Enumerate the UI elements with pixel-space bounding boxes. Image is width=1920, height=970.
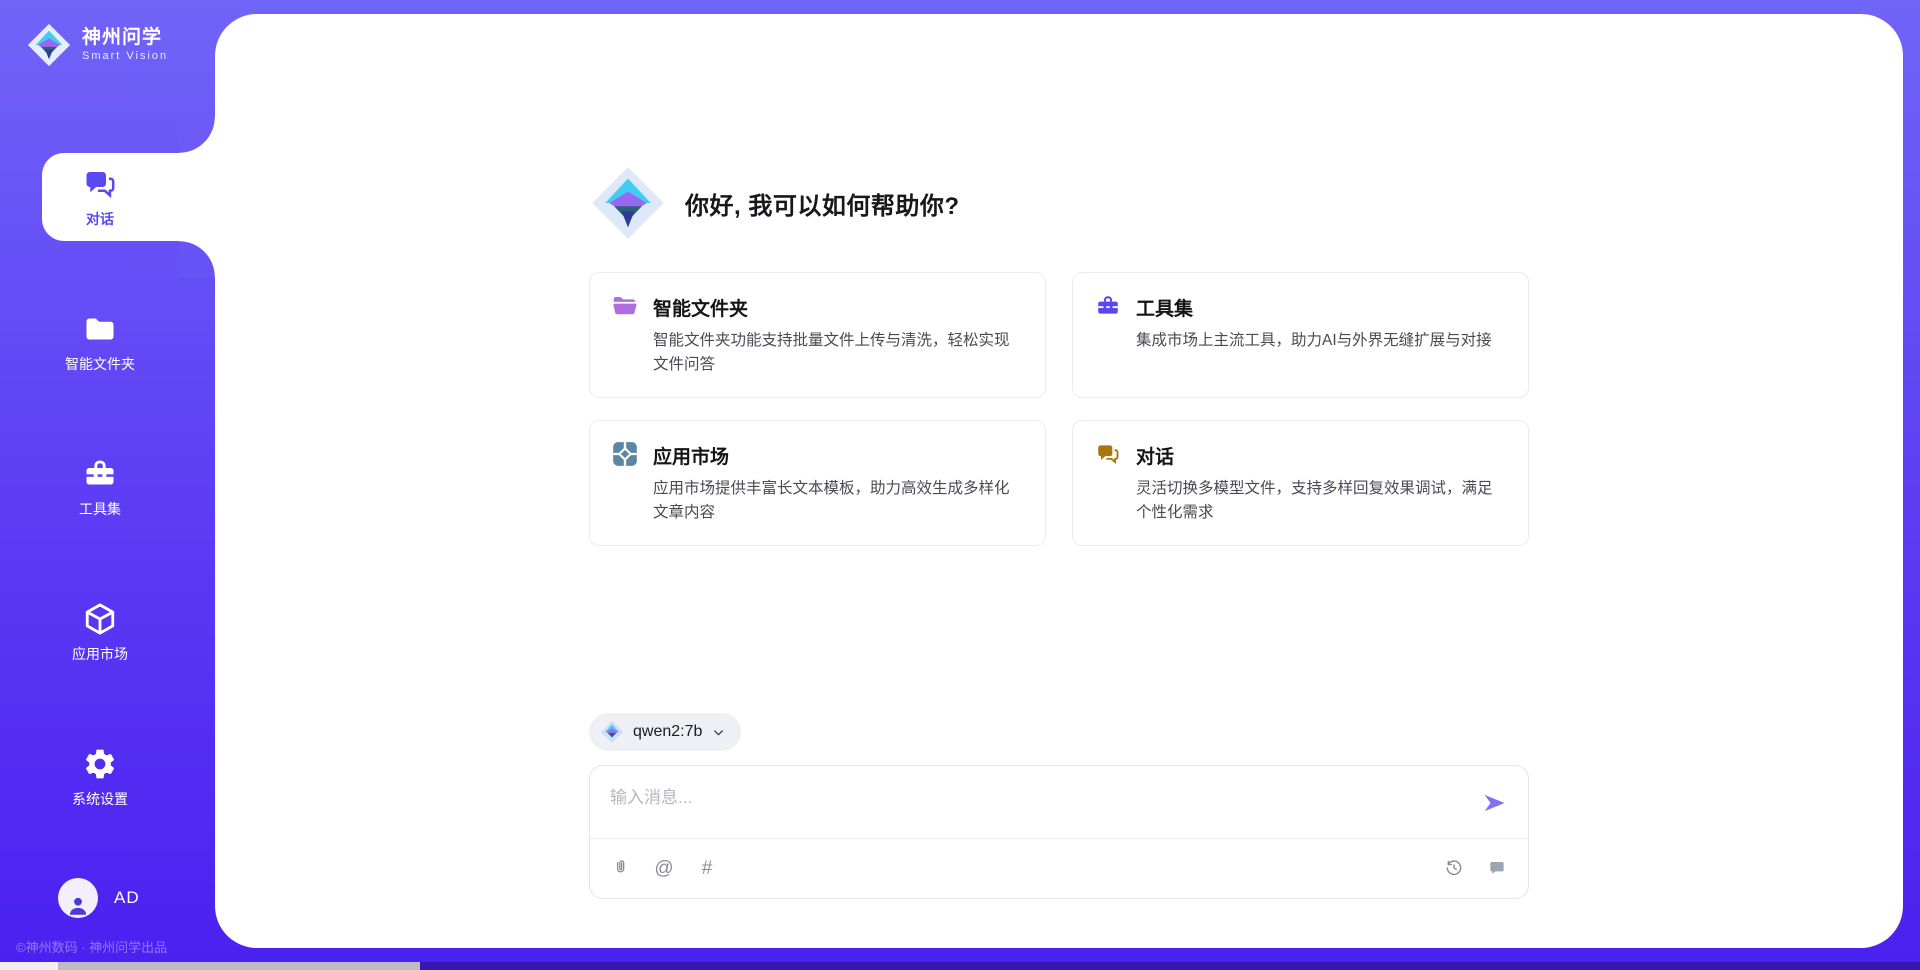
card-smart-folder[interactable]: 智能文件夹 智能文件夹功能支持批量文件上传与清洗，轻松实现文件问答 bbox=[589, 272, 1046, 398]
sidebar-item-label: 工具集 bbox=[79, 499, 121, 519]
copyright-text: ©神州数码 · 神州问学出品 bbox=[16, 937, 167, 956]
sidebar-item-settings[interactable]: 系统设置 bbox=[0, 733, 215, 821]
message-composer: @ # bbox=[589, 765, 1529, 899]
card-app-market[interactable]: 应用市场 应用市场提供丰富长文本模板，助力高效生成多样化文章内容 bbox=[589, 420, 1046, 546]
main-panel: 你好, 我可以如何帮助你? 智能文件夹 智能文件夹功能支持批量文件上传与清洗，轻… bbox=[215, 14, 1903, 948]
user-avatar-icon bbox=[65, 892, 91, 918]
card-title: 智能文件夹 bbox=[653, 294, 748, 321]
app-subtitle: Smart Vision bbox=[82, 50, 168, 62]
app-logo-diamond-icon bbox=[26, 22, 72, 68]
sidebar-nav: 对话 智能文件夹 工具集 bbox=[0, 153, 215, 878]
attachment-icon[interactable] bbox=[610, 857, 632, 879]
avatar bbox=[58, 878, 98, 918]
card-description: 灵活切换多模型文件，支持多样回复效果调试，满足个性化需求 bbox=[1136, 477, 1506, 525]
sidebar-item-smart-folder[interactable]: 智能文件夹 bbox=[0, 298, 215, 386]
card-title: 应用市场 bbox=[653, 442, 729, 469]
sidebar-item-label: 对话 bbox=[86, 209, 114, 229]
composer-toolbar: @ # bbox=[610, 838, 1508, 898]
toolbox-icon bbox=[1095, 293, 1121, 319]
model-name: qwen2:7b bbox=[633, 723, 702, 741]
card-title: 对话 bbox=[1136, 442, 1174, 469]
card-toolset[interactable]: 工具集 集成市场上主流工具，助力AI与外界无缝扩展与对接 bbox=[1072, 272, 1529, 398]
user-account[interactable]: AD bbox=[58, 878, 140, 918]
hashtag-icon[interactable]: # bbox=[696, 857, 718, 879]
greeting-logo-diamond-icon bbox=[589, 164, 667, 242]
cube-icon bbox=[82, 601, 118, 637]
sidebar-item-label: 应用市场 bbox=[72, 644, 128, 664]
card-title: 工具集 bbox=[1136, 294, 1193, 321]
sidebar-item-app-market[interactable]: 应用市场 bbox=[0, 588, 215, 676]
scrollbar-thumb[interactable] bbox=[58, 962, 420, 970]
message-input[interactable] bbox=[590, 766, 1528, 836]
app-grid-icon bbox=[612, 441, 638, 467]
gear-icon bbox=[82, 746, 118, 782]
card-description: 智能文件夹功能支持批量文件上传与清洗，轻松实现文件问答 bbox=[653, 329, 1023, 377]
app-name: 神州问学 bbox=[82, 28, 168, 49]
sidebar-item-label: 系统设置 bbox=[72, 789, 128, 809]
sidebar-item-toolset[interactable]: 工具集 bbox=[0, 443, 215, 531]
folder-icon bbox=[82, 311, 118, 347]
sidebar-item-label: 智能文件夹 bbox=[65, 354, 135, 374]
model-selector-row: qwen2:7b bbox=[589, 713, 1529, 751]
open-folder-icon bbox=[612, 293, 638, 319]
chat-icon bbox=[82, 166, 118, 202]
comment-icon[interactable] bbox=[1486, 857, 1508, 879]
send-button[interactable] bbox=[1480, 789, 1508, 817]
card-description: 应用市场提供丰富长文本模板，助力高效生成多样化文章内容 bbox=[653, 477, 1023, 525]
feature-cards: 智能文件夹 智能文件夹功能支持批量文件上传与清洗，轻松实现文件问答 工具集 集成… bbox=[589, 272, 1529, 546]
sidebar-item-chat[interactable]: 对话 bbox=[0, 153, 215, 241]
app-brand: 神州问学 Smart Vision bbox=[26, 22, 168, 68]
card-description: 集成市场上主流工具，助力AI与外界无缝扩展与对接 bbox=[1136, 329, 1506, 353]
chat-icon bbox=[1095, 441, 1121, 467]
diamond-logo-icon bbox=[600, 720, 624, 744]
horizontal-scrollbar bbox=[0, 962, 1920, 970]
history-icon[interactable] bbox=[1443, 857, 1465, 879]
model-selector[interactable]: qwen2:7b bbox=[589, 713, 741, 751]
card-chat[interactable]: 对话 灵活切换多模型文件，支持多样回复效果调试，满足个性化需求 bbox=[1072, 420, 1529, 546]
sidebar: 神州问学 Smart Vision 对话 智能文件夹 bbox=[0, 0, 215, 970]
greeting-title: 你好, 我可以如何帮助你? bbox=[685, 186, 960, 221]
user-name: AD bbox=[114, 888, 140, 908]
greeting-block: 你好, 我可以如何帮助你? bbox=[589, 164, 1529, 242]
send-icon bbox=[1480, 789, 1508, 817]
scrollbar-track-cap bbox=[0, 962, 58, 970]
mention-icon[interactable]: @ bbox=[653, 857, 675, 879]
toolbox-icon bbox=[82, 456, 118, 492]
chevron-down-icon bbox=[711, 725, 726, 740]
